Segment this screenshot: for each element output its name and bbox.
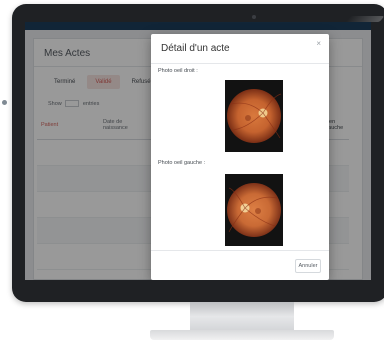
modal-footer: Annuler — [151, 250, 329, 280]
modal-header: Détail d'un acte × — [151, 34, 329, 64]
modal-body: Photo oeil droit : Photo oeil gauche: — [151, 64, 329, 250]
right-eye-label: Photo oeil droit : — [158, 68, 198, 74]
monitor-stand-foot — [150, 330, 334, 340]
right-eye-fundus-image — [225, 80, 283, 152]
camera-dot — [252, 15, 256, 19]
close-icon[interactable]: × — [316, 40, 321, 48]
right-eye-photo — [225, 80, 283, 152]
decor-dot — [2, 100, 7, 105]
left-eye-photo — [225, 174, 283, 246]
act-detail-modal: Détail d'un acte × Photo oeil droit : Ph… — [151, 34, 329, 280]
modal-title: Détail d'un acte — [161, 43, 230, 54]
left-eye-fundus-image — [225, 174, 283, 246]
monitor-screen: Mes Actes Terminé Validé Refusé Show ent… — [25, 22, 371, 280]
left-eye-label: Photo oeil gauche : — [158, 160, 206, 166]
cancel-button[interactable]: Annuler — [295, 259, 321, 273]
